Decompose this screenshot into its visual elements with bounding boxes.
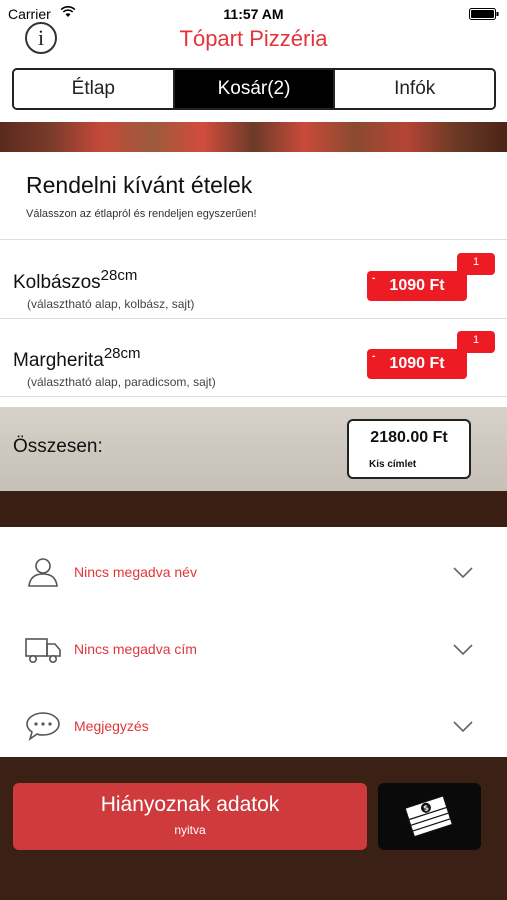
order-title: Rendelni kívánt ételek: [26, 172, 253, 198]
item-size: 28cm: [100, 267, 138, 284]
item-name: Margherita: [13, 350, 104, 371]
item-description: (választható alap, paradicsom, sajt): [27, 375, 216, 389]
chevron-down-icon[interactable]: [452, 720, 474, 734]
tab-info[interactable]: Infók: [333, 70, 494, 108]
price-button[interactable]: - 1090 Ft: [367, 271, 467, 301]
address-field[interactable]: Nincs megadva cím: [74, 641, 197, 657]
item-price: 1090 Ft: [389, 277, 445, 294]
comment-row[interactable]: Megjegyzés: [0, 686, 507, 763]
status-bar: Carrier 11:57 AM: [0, 0, 507, 26]
total-section: Összesen: 2180.00 Ft Kis címlet: [0, 407, 507, 491]
clock: 11:57 AM: [223, 6, 284, 22]
name-row[interactable]: Nincs megadva név: [0, 532, 507, 609]
truck-icon: [25, 638, 61, 663]
decrease-icon: -: [372, 351, 376, 362]
address-row[interactable]: Nincs megadva cím: [0, 609, 507, 686]
item-price: 1090 Ft: [389, 355, 445, 372]
cart-item: Margherita28cm (választható alap, paradi…: [0, 319, 507, 397]
battery-icon: [469, 8, 499, 20]
chevron-down-icon[interactable]: [452, 643, 474, 657]
money-stack-icon: $: [403, 794, 453, 838]
person-icon: [28, 558, 58, 587]
footer: Hiányoznak adatok nyitva $: [0, 757, 507, 900]
item-name: Kolbászos: [13, 272, 101, 293]
item-size: 28cm: [103, 345, 141, 362]
item-description: (választható alap, kolbász, sajt): [27, 297, 195, 311]
divider-band: [0, 491, 507, 527]
total-amount: 2180.00 Ft: [370, 429, 448, 446]
cart-item: Kolbászos28cm (választható alap, kolbász…: [0, 241, 507, 319]
decrease-icon: -: [372, 273, 376, 284]
total-box[interactable]: 2180.00 Ft Kis címlet: [347, 419, 471, 479]
quantity-badge: 1: [457, 331, 495, 353]
order-header: Rendelni kívánt ételek Válasszon az étla…: [0, 152, 507, 240]
open-status: nyitva: [174, 823, 206, 837]
name-field[interactable]: Nincs megadva név: [74, 564, 197, 580]
tab-menu[interactable]: Étlap: [14, 70, 173, 108]
chevron-down-icon[interactable]: [452, 566, 474, 580]
quantity-badge: 1: [457, 253, 495, 275]
app-screen: Carrier 11:57 AM i Tópart Pizzéria Étlap…: [0, 0, 507, 900]
order-subtitle: Válasszon az étlapról és rendeljen egysz…: [26, 208, 257, 220]
segmented-tabs: Étlap Kosár(2) Infók: [12, 68, 496, 110]
cash-payment-button[interactable]: $: [378, 783, 481, 850]
total-label: Összesen:: [13, 436, 103, 457]
comment-field[interactable]: Megjegyzés: [74, 718, 149, 734]
missing-data-title: Hiányoznak adatok: [100, 793, 280, 816]
speech-bubble-icon: [26, 712, 60, 741]
customer-form: Nincs megadva név Nincs megadva cím Megj…: [0, 527, 507, 757]
change-note: Kis címlet: [369, 459, 417, 470]
price-button[interactable]: - 1090 Ft: [367, 349, 467, 379]
tab-cart[interactable]: Kosár(2): [172, 70, 334, 108]
missing-data-button[interactable]: Hiányoznak adatok nyitva: [13, 783, 367, 850]
app-title: Tópart Pizzéria: [179, 26, 328, 51]
banner-image: [0, 122, 507, 152]
